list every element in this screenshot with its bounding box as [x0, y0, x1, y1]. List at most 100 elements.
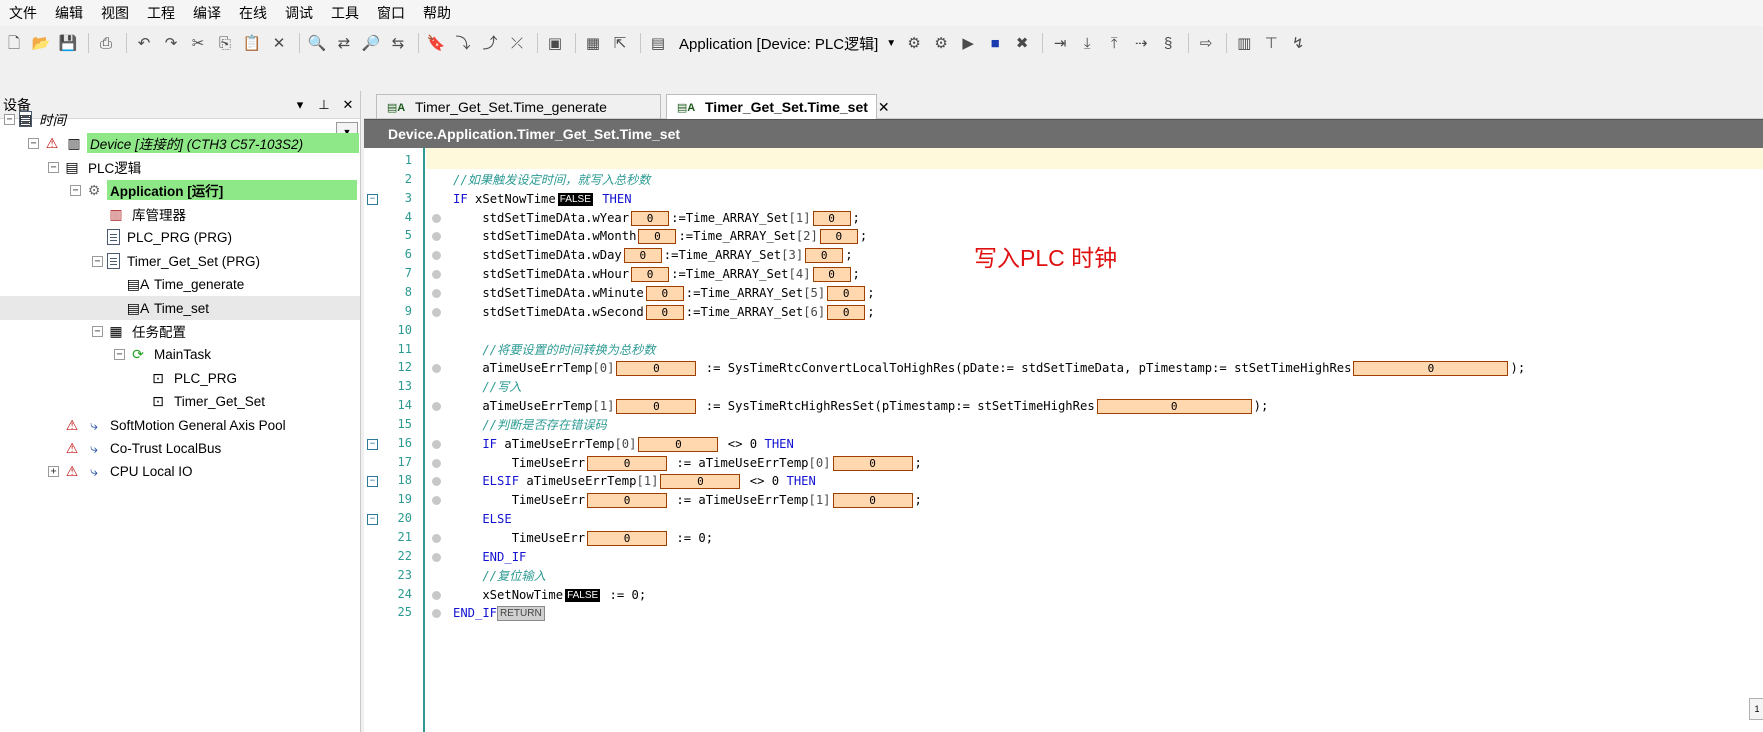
- code-line[interactable]: stdSetTimeDAta.wMinute 0:=Time_ARRAY_Set[…: [453, 284, 875, 303]
- replace-in-project-icon[interactable]: ⇆: [386, 31, 410, 55]
- monitor-value-box[interactable]: 0: [645, 304, 684, 320]
- monitor-value-box[interactable]: 0: [631, 210, 670, 226]
- redo-icon[interactable]: ↷: [159, 31, 183, 55]
- tree-expander-icon[interactable]: −: [28, 137, 39, 149]
- clear-bookmarks-icon[interactable]: ⤫: [505, 31, 529, 55]
- show-next-statement-icon[interactable]: ⇢: [1129, 31, 1153, 55]
- tree-node[interactable]: ⚠ ⤷ SoftMotion General Axis Pool: [48, 413, 289, 437]
- menu-item[interactable]: 调试: [276, 0, 322, 26]
- code-line[interactable]: stdSetTimeDAta.wYear 0:=Time_ARRAY_Set[1]…: [453, 209, 860, 228]
- tree-node[interactable]: − ⟳ MainTask: [114, 342, 214, 366]
- code-line[interactable]: IF xSetNowTime FALSE THEN: [453, 190, 632, 209]
- prev-bookmark-icon[interactable]: ⤴: [478, 31, 502, 55]
- monitor-value-box[interactable]: 0: [616, 399, 697, 415]
- breakpoint-marker[interactable]: [432, 609, 441, 619]
- tree-node[interactable]: PLC_PRG (PRG): [92, 225, 235, 249]
- menu-item[interactable]: 文件: [0, 0, 46, 26]
- close-tab-icon[interactable]: ✕: [878, 99, 890, 116]
- grid-icon[interactable]: ▤: [646, 31, 670, 55]
- tree-node[interactable]: − ⚙ Application [运行]: [70, 178, 357, 202]
- login-icon[interactable]: ⚙: [902, 31, 926, 55]
- code-line[interactable]: //判断是否存在错误码: [453, 416, 606, 435]
- breakpoint-marker[interactable]: [432, 288, 441, 298]
- menu-item[interactable]: 工具: [322, 0, 368, 26]
- code-line[interactable]: //将要设置的时间转换为总秒数: [453, 341, 655, 360]
- step-into-icon[interactable]: ⤓: [1075, 31, 1099, 55]
- monitor-value-box[interactable]: 0: [827, 285, 866, 301]
- force-values-icon[interactable]: ⊤: [1259, 31, 1283, 55]
- logout-icon[interactable]: ⚙: [929, 31, 953, 55]
- monitor-value-box[interactable]: 0: [645, 285, 684, 301]
- tree-expander-icon[interactable]: −: [92, 255, 103, 267]
- monitor-value-box[interactable]: 0: [1096, 399, 1252, 415]
- menu-item[interactable]: 帮助: [414, 0, 460, 26]
- monitor-bool-value[interactable]: FALSE: [557, 192, 593, 206]
- breakpoint-marker[interactable]: [432, 270, 441, 280]
- export-icon[interactable]: ⇱: [608, 31, 632, 55]
- tree-node[interactable]: − ⚠ ▥ Device [连接的] (CTH3 C57-103S2): [28, 131, 359, 155]
- monitor-value-box[interactable]: 0: [827, 304, 866, 320]
- breakpoint-marker[interactable]: [432, 307, 441, 317]
- tab-time-generate[interactable]: ▤A Timer_Get_Set.Time_generate: [376, 94, 661, 119]
- start-icon[interactable]: ▶: [956, 31, 980, 55]
- code-line[interactable]: //复位输入: [453, 567, 545, 586]
- code-line[interactable]: xSetNowTime FALSE := 0;: [453, 586, 646, 605]
- build-icon[interactable]: ▦: [581, 31, 605, 55]
- monitor-value-box[interactable]: 0: [587, 493, 668, 509]
- monitor-value-box[interactable]: 0: [638, 436, 719, 452]
- tree-node[interactable]: − Timer_Get_Set (PRG): [92, 249, 263, 273]
- next-bookmark-icon[interactable]: ⤵: [451, 31, 475, 55]
- unforce-icon[interactable]: ↯: [1286, 31, 1310, 55]
- code-line[interactable]: stdSetTimeDAta.wHour 0:=Time_ARRAY_Set[4]…: [453, 265, 860, 284]
- delete-icon[interactable]: ✕: [267, 31, 291, 55]
- tree-expander-icon[interactable]: −: [4, 113, 15, 125]
- breakpoint-marker[interactable]: [432, 458, 441, 468]
- code-line[interactable]: IF aTimeUseErrTemp[0] 0 <> 0 THEN: [453, 435, 794, 454]
- monitor-value-box[interactable]: 0: [812, 210, 851, 226]
- fold-toggle-icon[interactable]: −: [367, 438, 378, 450]
- monitor-bool-value[interactable]: FALSE: [565, 588, 601, 602]
- scroll-indicator[interactable]: 1: [1749, 698, 1763, 720]
- monitor-value-box[interactable]: 0: [832, 493, 913, 509]
- fold-toggle-icon[interactable]: −: [367, 476, 378, 488]
- tree-node[interactable]: ▥ 库管理器: [92, 202, 189, 226]
- code-line[interactable]: ELSE: [453, 510, 511, 529]
- window-icon[interactable]: ▣: [543, 31, 567, 55]
- breakpoint-marker[interactable]: [432, 251, 441, 261]
- menu-item[interactable]: 视图: [92, 0, 138, 26]
- reset-icon[interactable]: ✖: [1010, 31, 1034, 55]
- fold-toggle-icon[interactable]: −: [367, 193, 378, 205]
- new-file-icon[interactable]: 🗋: [2, 31, 26, 55]
- code-line[interactable]: stdSetTimeDAta.wSecond 0:=Time_ARRAY_Set[…: [453, 303, 875, 322]
- tab-time-set[interactable]: ▤A Timer_Get_Set.Time_set ✕: [666, 94, 890, 119]
- breakpoint-marker[interactable]: [432, 534, 441, 543]
- tree-expander-icon[interactable]: −: [70, 184, 81, 196]
- code-line[interactable]: stdSetTimeDAta.wMonth 0:=Time_ARRAY_Set[2…: [453, 227, 867, 246]
- pane-menu-icon[interactable]: ▾: [288, 97, 312, 113]
- monitor-value-box[interactable]: 0: [832, 455, 913, 471]
- tree-node[interactable]: ▤A Time_set: [0, 296, 360, 320]
- save-icon[interactable]: 💾: [56, 31, 80, 55]
- monitor-value-box[interactable]: 0: [587, 531, 668, 546]
- fold-toggle-icon[interactable]: −: [367, 514, 378, 526]
- menu-item[interactable]: 编辑: [46, 0, 92, 26]
- menu-item[interactable]: 窗口: [368, 0, 414, 26]
- monitor-value-box[interactable]: 0: [587, 455, 668, 471]
- find-replace-icon[interactable]: ⇄: [332, 31, 356, 55]
- code-line[interactable]: aTimeUseErrTemp[0] 0 := SysTimeRtcConvert…: [453, 359, 1525, 378]
- step-over-icon[interactable]: ⇥: [1048, 31, 1072, 55]
- find-icon[interactable]: 🔍: [305, 31, 329, 55]
- code-line[interactable]: END_IF: [453, 548, 526, 567]
- tree-node[interactable]: − ▦ 任务配置: [92, 319, 189, 343]
- code-line[interactable]: ELSIF aTimeUseErrTemp[1] 0 <> 0 THEN: [453, 472, 816, 491]
- tree-node[interactable]: ⊡ PLC_PRG: [134, 366, 240, 390]
- pin-icon[interactable]: ⊥: [312, 97, 336, 113]
- code-line[interactable]: TimeUseErr 0 := aTimeUseErrTemp[0] 0;: [453, 454, 922, 473]
- tree-node[interactable]: − ▤ PLC逻辑: [48, 155, 144, 179]
- paste-icon[interactable]: 📋: [240, 31, 264, 55]
- code-line[interactable]: TimeUseErr 0 := aTimeUseErrTemp[1] 0;: [453, 491, 922, 510]
- open-folder-icon[interactable]: 📂: [29, 31, 53, 55]
- close-icon[interactable]: ✕: [336, 97, 360, 113]
- monitor-value-box[interactable]: 0: [1353, 361, 1509, 377]
- menu-item[interactable]: 编译: [184, 0, 230, 26]
